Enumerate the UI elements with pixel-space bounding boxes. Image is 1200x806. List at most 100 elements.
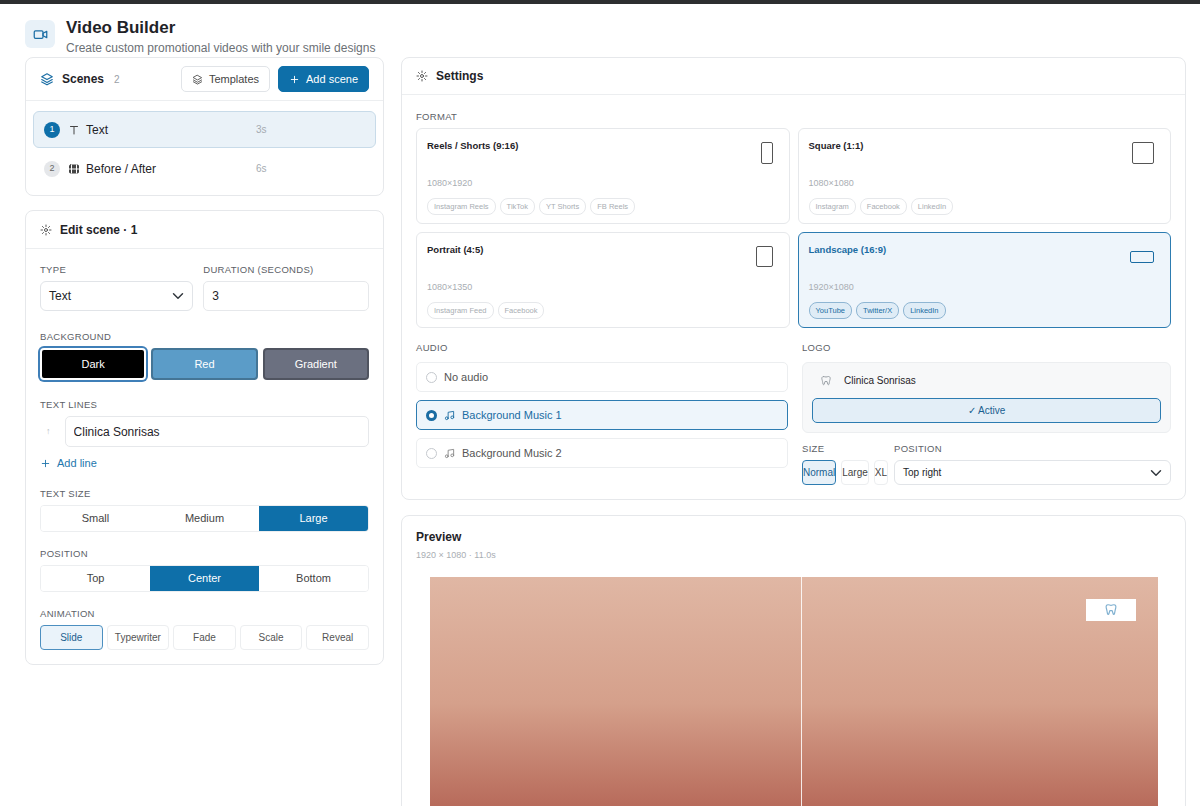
- edit-scene-panel: Edit scene · 1TYPETextDURATION (SECONDS)…: [25, 210, 384, 665]
- edit-scene-title: Edit scene · 1: [60, 221, 137, 239]
- format-size: 1080×1920: [427, 177, 779, 191]
- format-card[interactable]: Square (1:1)1080×1080InstagramFacebookLi…: [798, 128, 1172, 224]
- header-text: Video BuilderCreate custom promotional v…: [66, 16, 375, 56]
- add-line-label: Add line: [57, 455, 97, 472]
- layers-icon: [40, 72, 54, 86]
- music-note-icon: [444, 448, 455, 459]
- animation-option[interactable]: Fade: [173, 625, 236, 650]
- format-name: Square (1:1): [809, 139, 1161, 153]
- left-column: Scenes2TemplatesAdd scene1Text3s2Before …: [25, 57, 384, 665]
- radio-button[interactable]: [426, 410, 437, 421]
- templates-label: Templates: [209, 71, 259, 88]
- animation-option[interactable]: Slide: [40, 625, 103, 650]
- text-icon: [68, 124, 80, 136]
- scene-item[interactable]: 2Before / After6s: [33, 150, 376, 187]
- drag-handle[interactable]: ↑: [40, 425, 57, 439]
- platform-tag: YT Shorts: [539, 198, 586, 215]
- plus-icon: [40, 458, 51, 469]
- size-option[interactable]: Normal: [802, 460, 836, 485]
- text-size-option[interactable]: Large: [259, 506, 368, 531]
- format-card[interactable]: Portrait (4:5) 1080×1350 Instagram FeedFac…: [416, 232, 790, 328]
- format-card[interactable]: Reels / Shorts (9:16)1080×1920Instagram …: [416, 128, 790, 224]
- video-camera-icon: [33, 27, 48, 42]
- logo-position-select[interactable]: Top right: [894, 460, 1171, 485]
- position-option[interactable]: Center: [150, 566, 259, 591]
- preview-meta: 1920 × 1080 · 11.0s: [416, 549, 1171, 563]
- platform-tag: Instagram Reels: [427, 198, 496, 215]
- page: Video BuilderCreate custom promotional v…: [0, 0, 1200, 806]
- format-name: Portrait (4:5): [427, 243, 779, 257]
- add-scene-button[interactable]: Add scene: [278, 66, 369, 93]
- radio-button[interactable]: [426, 448, 437, 459]
- background-label: BACKGROUND: [40, 331, 369, 343]
- aspect-ratio-icon: [1132, 142, 1154, 164]
- gear-icon: [40, 224, 52, 236]
- preview-header: Preview1920 × 1080 · 11.0s: [402, 516, 1185, 571]
- templates-button[interactable]: Templates: [181, 66, 270, 93]
- format-size: 1080×1080: [809, 177, 1161, 191]
- platform-tag: Instagram: [809, 198, 856, 215]
- scenes-panel: Scenes2TemplatesAdd scene1Text3s2Before …: [25, 57, 384, 196]
- logo-active-button[interactable]: ✓ Active: [812, 398, 1161, 423]
- format-size: 1920×1080: [809, 281, 1161, 295]
- scene-label: Text: [86, 121, 256, 139]
- size-option[interactable]: XL: [874, 460, 888, 485]
- content: Video BuilderCreate custom promotional v…: [0, 4, 1200, 806]
- platform-tag: Instagram Feed: [427, 302, 494, 319]
- text-size-option[interactable]: Medium: [150, 506, 259, 531]
- audio-option[interactable]: Background Music 1: [416, 400, 788, 430]
- logo-position-label: POSITION: [894, 443, 1171, 455]
- audio-option[interactable]: Background Music 2: [416, 438, 788, 468]
- radio-button[interactable]: [426, 372, 437, 383]
- background-option[interactable]: Red: [151, 348, 257, 380]
- format-card[interactable]: Landscape (16:9)1920×1080YouTubeTwitter/…: [798, 232, 1172, 328]
- before-after-divider[interactable]: [801, 577, 802, 806]
- page-title: Video Builder: [66, 18, 375, 38]
- edit-scene-body: TYPETextDURATION (SECONDS)BACKGROUNDDark…: [26, 249, 383, 664]
- audio-option[interactable]: No audio: [416, 362, 788, 392]
- scenes-header: Scenes2TemplatesAdd scene: [26, 58, 383, 101]
- animation-option[interactable]: Scale: [240, 625, 303, 650]
- position-option[interactable]: Bottom: [259, 566, 368, 591]
- background-option[interactable]: Gradient: [263, 348, 369, 380]
- position-label: POSITION: [40, 548, 369, 560]
- scene-number: 1: [44, 122, 60, 138]
- tooth-icon: [1104, 603, 1118, 617]
- platform-tag: Twitter/X: [856, 302, 899, 319]
- format-size: 1080×1350: [427, 281, 779, 295]
- type-select[interactable]: Text: [40, 281, 193, 311]
- platform-tag: FB Reels: [590, 198, 635, 215]
- right-column: SettingsFORMATReels / Shorts (9:16)1080×…: [401, 57, 1186, 806]
- layers-icon: [192, 74, 203, 85]
- position-option[interactable]: Top: [41, 566, 150, 591]
- platform-tag: Facebook: [498, 302, 545, 319]
- settings-body: FORMATReels / Shorts (9:16)1080×1920Inst…: [402, 95, 1185, 499]
- add-line-button[interactable]: Add line: [40, 455, 369, 472]
- audio-option-label: Background Music 2: [462, 445, 562, 462]
- top-bar: [0, 0, 1200, 4]
- logo-size-field: SIZENormalLargeXL: [802, 443, 888, 485]
- size-option[interactable]: Large: [841, 460, 869, 485]
- platform-tag: LinkedIn: [903, 302, 945, 319]
- tooth-icon: [820, 375, 832, 387]
- format-name: Landscape (16:9): [809, 243, 1161, 257]
- platform-tag: TikTok: [500, 198, 535, 215]
- text-line-input[interactable]: [65, 416, 369, 447]
- text-size-option[interactable]: Small: [41, 506, 150, 531]
- scene-item[interactable]: 1Text3s: [33, 111, 376, 148]
- plus-icon: [289, 74, 300, 85]
- duration-input[interactable]: [203, 281, 369, 311]
- logo-label: LOGO: [802, 342, 1171, 354]
- format-tags: Instagram ReelsTikTokYT ShortsFB Reels: [427, 198, 779, 215]
- preview-frame: [430, 577, 1158, 806]
- text-size-label: TEXT SIZE: [40, 488, 369, 500]
- audio-option-label: No audio: [444, 369, 488, 386]
- background-option[interactable]: Dark: [40, 348, 146, 380]
- scenes-count: 2: [114, 72, 120, 87]
- animation-option[interactable]: Reveal: [306, 625, 369, 650]
- position-options: TopCenterBottom: [40, 565, 369, 592]
- audio-options: No audio Background Music 1 Background Mus…: [416, 362, 788, 468]
- duration-field: DURATION (SECONDS): [203, 264, 369, 311]
- logo-row: Clinica Sonrisas: [812, 373, 1161, 388]
- animation-option[interactable]: Typewriter: [107, 625, 170, 650]
